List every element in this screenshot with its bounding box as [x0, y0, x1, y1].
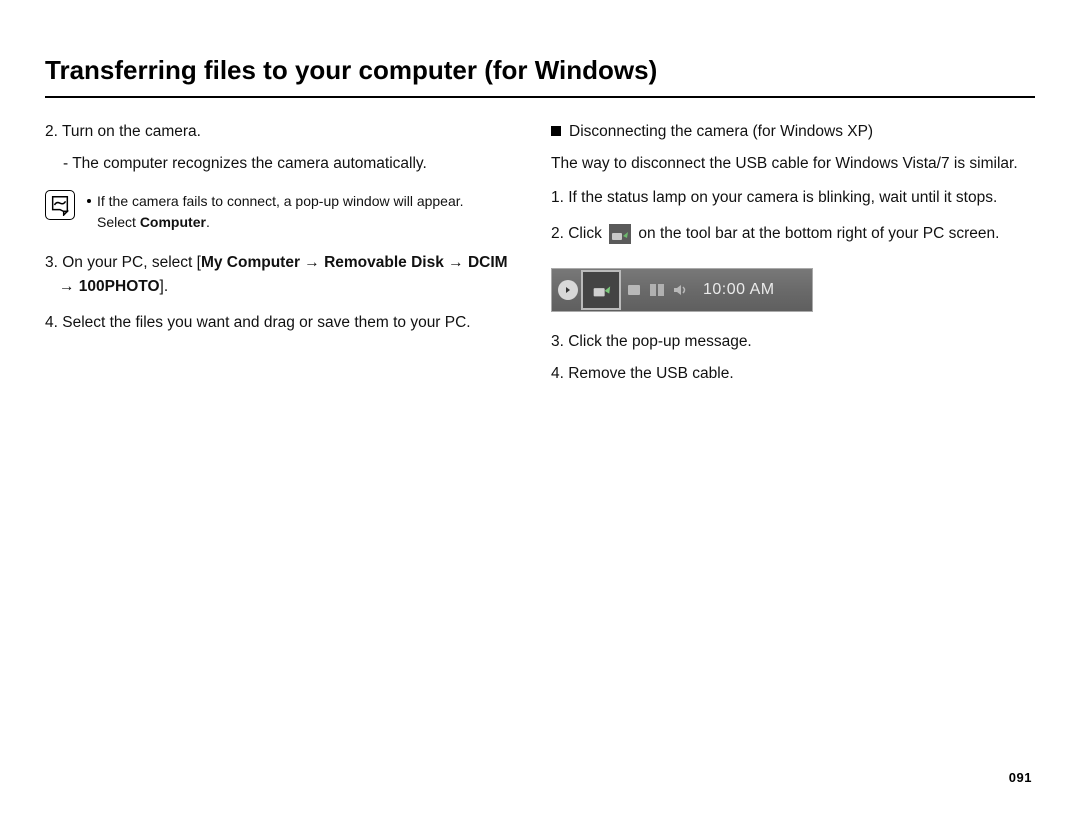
tray-icon-2 — [647, 280, 667, 300]
system-tray-image: 10:00 AM — [551, 268, 813, 312]
step-2-sub: - The computer recognizes the camera aut… — [63, 152, 523, 176]
subheading-text: Disconnecting the camera (for Windows XP… — [569, 123, 873, 140]
right-step-3: 3. Click the pop-up message. — [551, 330, 1035, 354]
note-icon — [45, 190, 75, 220]
intro-paragraph: The way to disconnect the USB cable for … — [551, 152, 1035, 176]
note-text: If the camera fails to connect, a pop-up… — [87, 190, 464, 233]
note-line-b-suffix: . — [206, 214, 210, 230]
step-3: 3. On your PC, select [My Computer → Rem… — [45, 251, 523, 299]
right-step-2: 2. Click on the tool bar at the bottom r… — [551, 222, 1035, 246]
right-step-2-prefix: 2. Click — [551, 225, 606, 242]
page-number: 091 — [1009, 770, 1032, 785]
right-step-2-suffix: on the tool bar at the bottom right of y… — [634, 225, 999, 242]
step-2: 2. Turn on the camera. — [45, 120, 523, 144]
step-4: 4. Select the files you want and drag or… — [45, 311, 523, 335]
note-block: If the camera fails to connect, a pop-up… — [45, 190, 523, 233]
two-column-content: 2. Turn on the camera. - The computer re… — [45, 120, 1035, 394]
tray-icon-1 — [624, 280, 644, 300]
bullet-dot-icon — [87, 199, 91, 203]
eject-icon — [609, 224, 631, 244]
expand-tray-icon — [558, 280, 578, 300]
tray-time: 10:00 AM — [703, 278, 775, 303]
step-3-suffix: ]. — [160, 278, 169, 295]
right-step-1: 1. If the status lamp on your camera is … — [551, 186, 1035, 210]
note-line-b-bold: Computer — [140, 214, 206, 230]
page-content: Transferring files to your computer (for… — [0, 0, 1080, 434]
right-column: Disconnecting the camera (for Windows XP… — [551, 120, 1035, 394]
left-column: 2. Turn on the camera. - The computer re… — [45, 120, 523, 394]
note-line-a: If the camera fails to connect, a pop-up… — [97, 193, 464, 209]
square-bullet-icon — [551, 126, 561, 136]
note-line-b-prefix: Select — [97, 214, 140, 230]
right-step-4: 4. Remove the USB cable. — [551, 362, 1035, 386]
subheading-disconnecting: Disconnecting the camera (for Windows XP… — [551, 120, 1035, 144]
page-title: Transferring files to your computer (for… — [45, 55, 1035, 98]
step-3-prefix: 3. On your PC, select [ — [45, 254, 201, 271]
safely-remove-hardware-icon — [581, 270, 621, 310]
volume-icon — [670, 280, 690, 300]
